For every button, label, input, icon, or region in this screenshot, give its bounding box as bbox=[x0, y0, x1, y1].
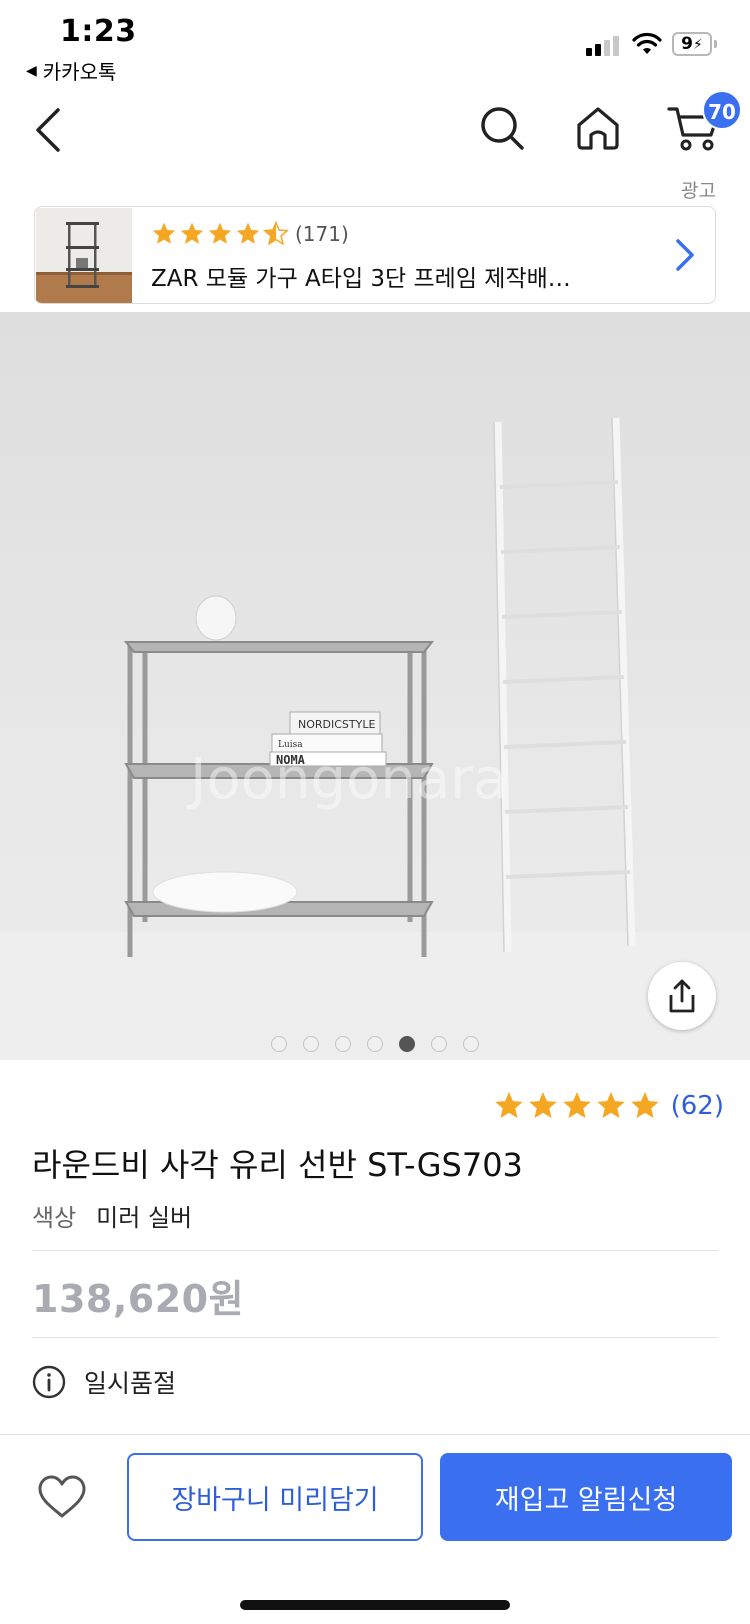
battery-level: 9 bbox=[681, 34, 693, 54]
battery-icon: 9⚡ bbox=[672, 32, 712, 56]
status-bar: 1:23 ◀ 카카오톡 9⚡ bbox=[0, 0, 750, 86]
ad-rating-count: (171) bbox=[295, 222, 349, 246]
star-half-icon bbox=[263, 221, 289, 246]
option-value: 미러 실버 bbox=[96, 1204, 193, 1232]
back-button[interactable] bbox=[24, 104, 72, 156]
star-full-icon bbox=[528, 1092, 557, 1118]
cellular-signal-icon bbox=[586, 36, 622, 56]
book-title-nordicstyle: NORDICSTYLE bbox=[298, 718, 375, 731]
star-full-icon bbox=[180, 222, 204, 244]
star-full-icon bbox=[236, 222, 260, 244]
wishlist-button[interactable] bbox=[34, 1471, 90, 1523]
star-full-icon bbox=[630, 1092, 659, 1118]
share-icon bbox=[669, 979, 695, 1013]
carousel-dot[interactable] bbox=[431, 1036, 447, 1052]
option-row: 색상 미러 실버 bbox=[32, 1198, 192, 1233]
product-photo: NORDICSTYLE Luisa NOMA Joongonara bbox=[0, 312, 750, 1060]
option-label: 색상 bbox=[32, 1204, 77, 1232]
stock-status: 일시품절 bbox=[84, 1369, 177, 1398]
ad-title: ZAR 모듈 가구 A타입 3단 프레임 제작배… bbox=[151, 266, 571, 292]
divider bbox=[32, 1337, 718, 1338]
back-triangle-icon: ◀ bbox=[26, 62, 37, 79]
home-button[interactable] bbox=[570, 100, 626, 156]
product-title: 라운드비 사각 유리 선반 ST-GS703 bbox=[32, 1146, 523, 1184]
back-app-label: 카카오톡 bbox=[42, 60, 117, 84]
search-button[interactable] bbox=[474, 100, 530, 156]
carousel-indicator bbox=[0, 1036, 750, 1052]
product-rating[interactable]: (62) bbox=[493, 1090, 724, 1122]
home-indicator bbox=[240, 1600, 510, 1610]
product-price: 138,620원 bbox=[32, 1277, 245, 1321]
divider bbox=[32, 1250, 718, 1251]
cart-count-badge: 70 bbox=[702, 90, 742, 130]
wifi-icon bbox=[632, 32, 662, 54]
carousel-dot[interactable] bbox=[399, 1036, 415, 1052]
chevron-right-icon bbox=[676, 239, 694, 271]
star-full-icon bbox=[494, 1092, 523, 1118]
ad-rating: (171) bbox=[151, 221, 349, 247]
star-full-icon bbox=[562, 1092, 591, 1118]
review-count-link[interactable]: (62) bbox=[671, 1091, 724, 1121]
carousel-dot[interactable] bbox=[303, 1036, 319, 1052]
ad-banner[interactable]: (171) ZAR 모듈 가구 A타입 3단 프레임 제작배… bbox=[34, 206, 716, 304]
info-icon bbox=[32, 1365, 66, 1399]
watermark-text: Joongonara bbox=[187, 747, 508, 812]
chevron-left-icon bbox=[36, 108, 60, 152]
restock-notify-button[interactable]: 재입고 알림신청 bbox=[440, 1453, 732, 1541]
star-full-icon bbox=[152, 222, 176, 244]
star-full-icon bbox=[208, 222, 232, 244]
search-icon bbox=[481, 107, 524, 150]
product-image-carousel[interactable]: NORDICSTYLE Luisa NOMA Joongonara bbox=[0, 312, 750, 1060]
add-to-cart-button[interactable]: 장바구니 미리담기 bbox=[127, 1453, 423, 1541]
carousel-dot[interactable] bbox=[271, 1036, 287, 1052]
home-icon bbox=[577, 107, 619, 150]
share-button[interactable] bbox=[648, 962, 716, 1030]
bottom-action-bar: 장바구니 미리담기 재입고 알림신청 bbox=[0, 1434, 750, 1624]
heart-icon bbox=[38, 1475, 86, 1518]
star-full-icon bbox=[596, 1092, 625, 1118]
carousel-dot[interactable] bbox=[463, 1036, 479, 1052]
battery-cap bbox=[714, 40, 717, 48]
ad-product-thumbnail bbox=[36, 208, 132, 303]
carousel-dot[interactable] bbox=[335, 1036, 351, 1052]
stock-status-row: 일시품절 bbox=[32, 1364, 176, 1400]
status-time: 1:23 bbox=[60, 14, 137, 49]
ad-label: 광고 bbox=[681, 180, 716, 202]
back-to-app-link[interactable]: ◀ 카카오톡 bbox=[26, 56, 116, 85]
top-navigation bbox=[0, 86, 750, 176]
carousel-dot[interactable] bbox=[367, 1036, 383, 1052]
